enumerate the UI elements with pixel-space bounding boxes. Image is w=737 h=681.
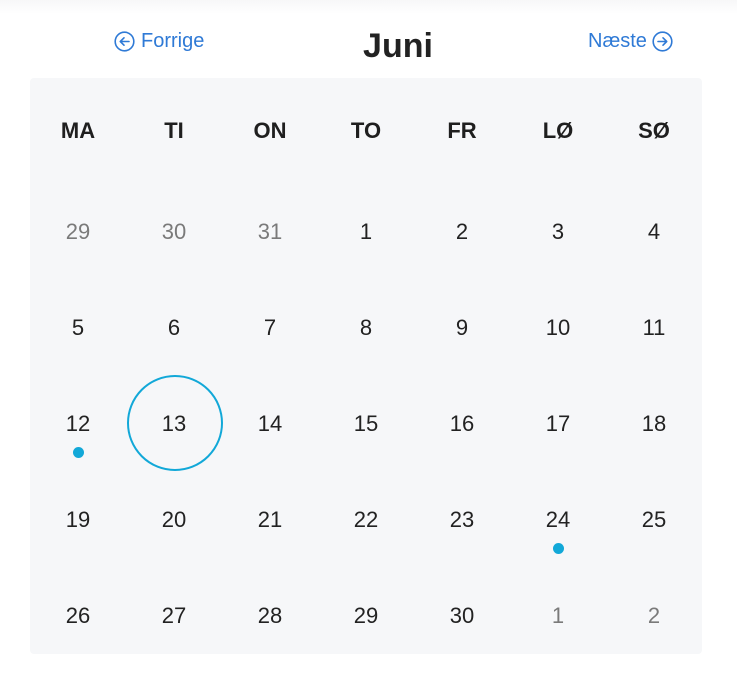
day-cell[interactable]: 8 xyxy=(318,280,414,376)
day-cell[interactable]: 27 xyxy=(126,568,222,664)
day-cell[interactable]: 23 xyxy=(414,472,510,568)
day-cell-selected[interactable]: 13 xyxy=(126,375,223,472)
day-number: 15 xyxy=(353,411,379,436)
day-cell[interactable]: 10 xyxy=(510,280,606,376)
weekday-label: LØ xyxy=(542,118,574,143)
day-cell[interactable]: 15 xyxy=(318,376,414,472)
weekday-label: TO xyxy=(350,118,382,143)
day-number: 29 xyxy=(353,603,379,628)
day-number: 18 xyxy=(641,411,667,436)
day-number: 9 xyxy=(455,315,469,340)
day-cell[interactable]: 14 xyxy=(222,376,318,472)
day-cell[interactable]: 2 xyxy=(606,568,702,664)
day-number: 30 xyxy=(161,219,187,244)
day-cell[interactable]: 16 xyxy=(414,376,510,472)
day-cell[interactable]: 2 xyxy=(414,184,510,280)
day-number: 2 xyxy=(647,603,661,628)
day-number: 14 xyxy=(257,411,283,436)
day-number: 23 xyxy=(449,507,475,532)
previous-month-label: Forrige xyxy=(141,29,205,52)
day-number: 29 xyxy=(65,219,91,244)
day-number: 8 xyxy=(359,315,373,340)
previous-month-button[interactable]: Forrige xyxy=(114,29,204,53)
day-cell[interactable]: 29 xyxy=(318,568,414,664)
day-number: 6 xyxy=(167,315,181,340)
day-number: 27 xyxy=(161,603,187,628)
event-dot-icon xyxy=(73,447,84,458)
day-cell[interactable]: 20 xyxy=(126,472,222,568)
day-number: 30 xyxy=(449,603,475,628)
weekday-header-row: MA TI ON TO FR LØ SØ xyxy=(30,78,702,184)
day-number: 10 xyxy=(545,315,571,340)
day-number: 5 xyxy=(71,315,85,340)
day-number: 17 xyxy=(545,411,571,436)
day-number: 21 xyxy=(257,507,283,532)
day-cell[interactable]: 19 xyxy=(30,472,126,568)
day-cell[interactable]: 22 xyxy=(318,472,414,568)
day-number: 1 xyxy=(359,219,373,244)
day-cell[interactable]: 9 xyxy=(414,280,510,376)
next-month-label: Næste xyxy=(588,29,647,52)
day-number: 26 xyxy=(65,603,91,628)
day-number: 2 xyxy=(455,219,469,244)
weekday-label: ON xyxy=(253,118,287,143)
day-cell[interactable]: 11 xyxy=(606,280,702,376)
day-number: 24 xyxy=(545,507,571,532)
day-cell[interactable]: 30 xyxy=(414,568,510,664)
event-dot-icon xyxy=(553,543,564,554)
day-cell[interactable]: 30 xyxy=(126,184,222,280)
day-cell[interactable]: 6 xyxy=(126,280,222,376)
day-cell[interactable]: 7 xyxy=(222,280,318,376)
arrow-right-circle-icon xyxy=(652,30,673,52)
day-cell[interactable]: 29 xyxy=(30,184,126,280)
day-cell[interactable]: 21 xyxy=(222,472,318,568)
day-cell[interactable]: 18 xyxy=(606,376,702,472)
day-number: 7 xyxy=(263,315,277,340)
calendar-grid: MA TI ON TO FR LØ SØ 29 30 31 1 2 3 4 5 6 7 8 9 10 11… xyxy=(30,78,702,654)
day-cell[interactable]: 24 xyxy=(510,472,606,568)
weekday-label: FR xyxy=(447,118,477,143)
day-number: 12 xyxy=(65,411,91,436)
day-number: 4 xyxy=(647,219,661,244)
day-number: 31 xyxy=(257,219,283,244)
weekday-label: MA xyxy=(60,118,96,143)
day-cell[interactable]: 1 xyxy=(510,568,606,664)
weekday-label: SØ xyxy=(638,118,670,143)
day-number: 3 xyxy=(551,219,565,244)
day-number: 16 xyxy=(449,411,475,436)
day-cell[interactable]: 25 xyxy=(606,472,702,568)
day-number: 19 xyxy=(65,507,91,532)
day-cell[interactable]: 4 xyxy=(606,184,702,280)
day-number: 1 xyxy=(551,603,565,628)
day-number: 20 xyxy=(161,507,187,532)
day-number: 25 xyxy=(641,507,667,532)
next-month-button[interactable]: Næste xyxy=(588,29,673,53)
day-number: 22 xyxy=(353,507,379,532)
day-cell[interactable]: 3 xyxy=(510,184,606,280)
day-cell[interactable]: 1 xyxy=(318,184,414,280)
day-cell[interactable]: 28 xyxy=(222,568,318,664)
day-cell[interactable]: 31 xyxy=(222,184,318,280)
day-cell[interactable]: 5 xyxy=(30,280,126,376)
day-number: 11 xyxy=(642,315,666,340)
day-number: 13 xyxy=(161,411,187,436)
day-cell[interactable]: 26 xyxy=(30,568,126,664)
days-grid: 29 30 31 1 2 3 4 5 6 7 8 9 10 11 12 13 14 15 16 17 18 19 20 21 2… xyxy=(30,184,702,664)
day-cell[interactable]: 12 xyxy=(30,376,126,472)
day-cell[interactable]: 17 xyxy=(510,376,606,472)
day-number: 28 xyxy=(257,603,283,628)
arrow-left-circle-icon xyxy=(114,30,135,52)
weekday-label: TI xyxy=(164,118,184,143)
